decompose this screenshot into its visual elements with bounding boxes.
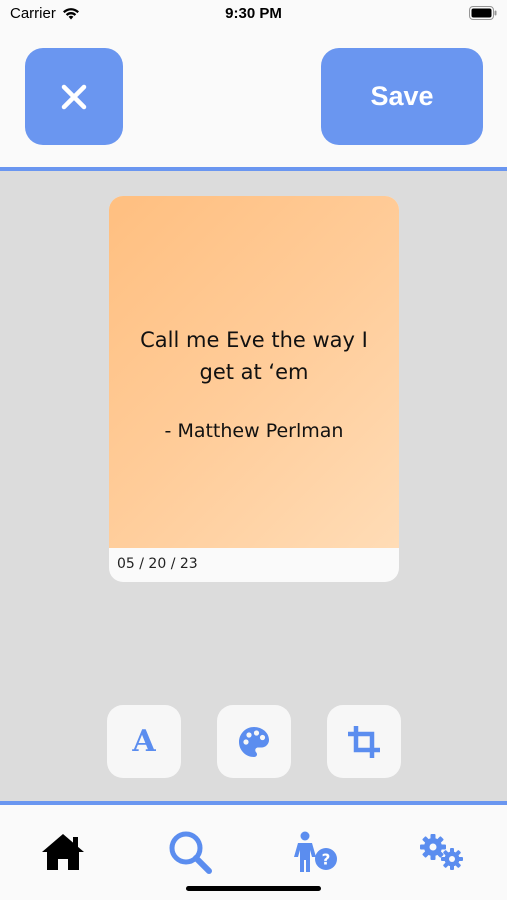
quote-author: - Matthew Perlman <box>164 420 344 442</box>
palette-icon <box>239 726 269 757</box>
person-help-icon: ? <box>294 831 337 872</box>
quote-card[interactable]: Call me Eve the way I get at ‘em - Matth… <box>109 196 399 582</box>
nav-search[interactable] <box>160 827 220 877</box>
status-time: 9:30 PM <box>225 5 282 22</box>
editor-area: Call me Eve the way I get at ‘em - Matth… <box>0 171 507 801</box>
nav-help[interactable]: ? <box>286 827 346 877</box>
battery-icon <box>469 6 497 24</box>
palette-button[interactable] <box>217 705 291 778</box>
card-date: 05 / 20 / 23 <box>117 556 198 572</box>
save-button[interactable]: Save <box>321 48 483 145</box>
crop-icon <box>348 725 380 758</box>
crop-button[interactable] <box>327 705 401 778</box>
gears-icon <box>420 834 463 870</box>
nav-home[interactable] <box>33 827 93 877</box>
svg-text:?: ? <box>322 851 331 869</box>
close-icon <box>61 84 87 109</box>
quote-text: Call me Eve the way I get at ‘em <box>140 328 368 384</box>
home-indicator <box>186 886 321 891</box>
close-button[interactable] <box>25 48 123 145</box>
font-button[interactable]: A <box>107 705 181 778</box>
nav-settings[interactable] <box>412 827 472 877</box>
home-icon <box>42 834 84 870</box>
font-icon: A <box>132 724 156 759</box>
status-bar: Carrier 9:30 PM <box>0 0 507 30</box>
search-icon <box>169 831 212 874</box>
header: Save <box>0 30 507 167</box>
